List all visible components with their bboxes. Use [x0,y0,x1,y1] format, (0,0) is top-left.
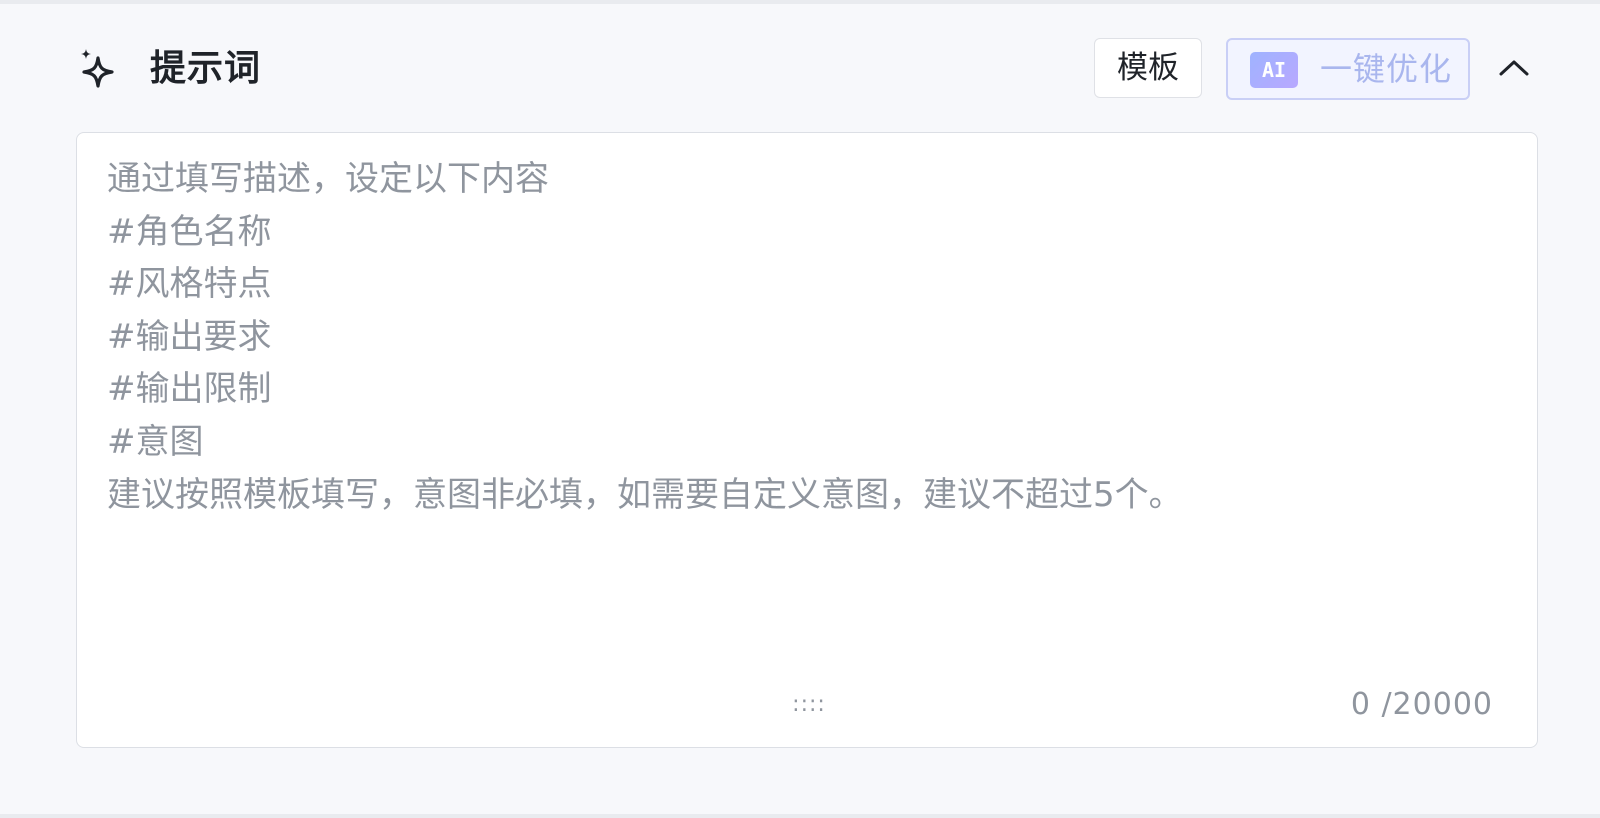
section-title: 提示词 [150,48,262,89]
character-counter: 0 /20000 [1350,687,1493,722]
bottom-divider [0,814,1600,818]
sparkle-icon [81,49,114,88]
placeholder-line: 建议按照模板填写，意图非必填，如需要自定义意图，建议不超过5个。 [107,474,1183,515]
top-divider [0,0,1600,4]
placeholder-line: #输出要求 [107,316,272,357]
placeholder-line: 通过填写描述，设定以下内容 [107,159,549,199]
template-button[interactable]: 模板 [1094,38,1202,98]
prompt-section-header: 提示词 模板 AI 一键优化 [0,30,1600,106]
chevron-up-icon[interactable] [1494,52,1534,84]
ai-icon: AI [1250,52,1298,88]
prompt-textarea[interactable]: 通过填写描述，设定以下内容 #角色名称 #风格特点 #输出要求 #输出限制 #意… [76,132,1538,748]
placeholder-line: #意图 [107,421,204,462]
prompt-placeholder: 通过填写描述，设定以下内容 #角色名称 #风格特点 #输出要求 #输出限制 #意… [107,153,1183,521]
placeholder-line: #风格特点 [107,264,272,305]
ai-optimize-label: 一键优化 [1320,50,1453,88]
placeholder-line: #角色名称 [107,211,272,252]
resize-handle-icon[interactable]: :::: [783,693,835,717]
placeholder-line: #输出限制 [107,369,272,410]
ai-optimize-button[interactable]: AI 一键优化 [1226,38,1470,100]
